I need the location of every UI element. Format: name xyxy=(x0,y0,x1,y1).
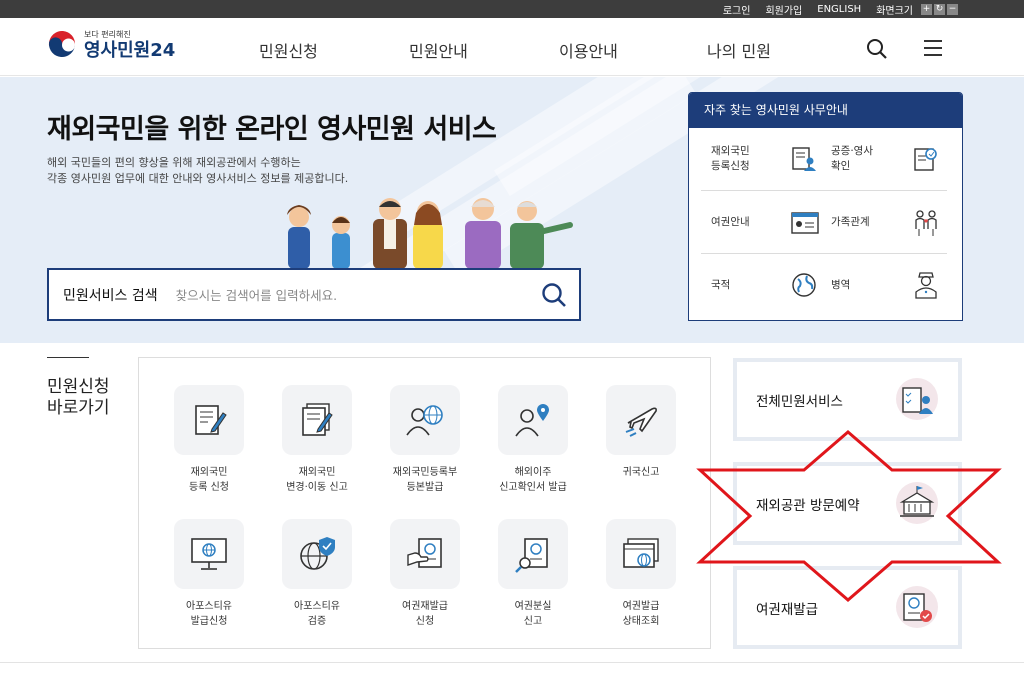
reset-icon[interactable]: ↻ xyxy=(934,3,945,15)
passport-magnifier-icon xyxy=(515,538,548,573)
checklist-person-icon xyxy=(896,378,938,420)
favorites-row: 재외국민 등록신청 공증·영사 확인 xyxy=(701,128,947,191)
all-services-label: 전체민원서비스 xyxy=(756,393,843,410)
browser-globe-icon xyxy=(623,538,659,568)
hero-desc-2: 각종 영사민원 업무에 대한 안내와 영사서비스 정보를 제공합니다. xyxy=(47,172,349,185)
nav-guide[interactable]: 민원안내 xyxy=(409,38,468,62)
nav-apply[interactable]: 민원신청 xyxy=(259,38,318,62)
fav-item-notary[interactable]: 공증·영사 확인 xyxy=(831,144,873,174)
fav-item-military[interactable]: 병역 xyxy=(831,278,850,293)
menu-icon[interactable] xyxy=(924,40,942,61)
hero-desc-1: 해외 국민들의 편의 향상을 위해 재외공관에서 수행하는 xyxy=(47,156,301,169)
favorites-row: 국적 병역 xyxy=(701,254,947,317)
quick-title-divider xyxy=(47,357,89,358)
search-label: 민원서비스 검색 xyxy=(63,287,158,304)
tile-passport-lost[interactable]: 여권분실 신고 xyxy=(479,519,587,629)
tile-overseas-registration[interactable]: 재외국민 등록 신청 xyxy=(155,385,263,495)
person-location-icon xyxy=(515,404,549,437)
tile-apostille-verify[interactable]: 아포스티유 검증 xyxy=(263,519,371,629)
logo-subtitle: 보다 편리해진 xyxy=(84,30,131,39)
documents-edit-icon xyxy=(302,403,333,436)
tile-return-report[interactable]: 귀국신고 xyxy=(587,385,695,480)
globe-icon xyxy=(792,273,816,297)
zoom-in-icon[interactable]: + xyxy=(921,3,932,15)
utility-bar: 로그인 회원가입 ENGLISH 화면크기 + ↻ − xyxy=(0,0,1024,18)
tile-apostille-issue[interactable]: 아포스티유 발급신청 xyxy=(155,519,263,629)
certificate-icon xyxy=(914,148,937,171)
taegeuk-icon xyxy=(47,30,77,60)
logo[interactable]: 보다 편리해진 영사민원24 xyxy=(46,28,175,62)
tile-registry-copy[interactable]: 재외국민등록부 등본발급 xyxy=(371,385,479,495)
service-search-box[interactable]: 민원서비스 검색 찾으시는 검색어를 입력하세요. xyxy=(47,268,581,321)
family-icon xyxy=(915,210,937,236)
fav-item-passport[interactable]: 여권안내 xyxy=(711,215,750,230)
zoom-out-icon[interactable]: − xyxy=(947,3,958,15)
footer-divider xyxy=(0,662,1024,663)
nav-usage[interactable]: 이용안내 xyxy=(559,38,618,62)
highlight-star-annotation xyxy=(696,430,1002,602)
globe-shield-icon xyxy=(300,537,335,570)
airplane-icon xyxy=(625,407,657,437)
favorites-row: 여권안내 가족관계 xyxy=(701,191,947,254)
search-icon[interactable] xyxy=(866,38,888,60)
hero-title: 재외국민을 위한 온라인 영사민원 서비스 xyxy=(47,114,497,145)
join-link[interactable]: 회원가입 xyxy=(765,2,802,17)
fav-item-nationality[interactable]: 국적 xyxy=(711,278,730,293)
person-globe-icon xyxy=(406,405,443,436)
all-services-button[interactable]: 전체민원서비스 xyxy=(733,358,962,441)
search-icon[interactable] xyxy=(541,282,567,308)
fav-item-registration[interactable]: 재외국민 등록신청 xyxy=(711,144,750,174)
font-size-label: 화면크기 xyxy=(876,5,913,17)
search-input[interactable]: 찾으시는 검색어를 입력하세요. xyxy=(176,285,337,304)
document-person-icon xyxy=(792,147,816,171)
fav-item-family[interactable]: 가족관계 xyxy=(831,215,870,230)
hero-section: 재외국민을 위한 온라인 영사민원 서비스 해외 국민들의 편의 향상을 위해 … xyxy=(0,77,1024,343)
tile-passport-reissue[interactable]: 여권재발급 신청 xyxy=(371,519,479,629)
quick-title: 민원신청 바로가기 xyxy=(47,377,110,418)
login-link[interactable]: 로그인 xyxy=(723,2,751,17)
tile-passport-status[interactable]: 여권발급 상태조회 xyxy=(587,519,695,629)
favorite-services-panel: 자주 찾는 영사민원 사무안내 재외국민 등록신청 공증·영사 확인 여권안내 가족… xyxy=(688,92,963,321)
tile-emigration-certificate[interactable]: 해외이주 신고확인서 발급 xyxy=(479,385,587,495)
passport-hand-icon xyxy=(407,538,442,568)
monitor-globe-icon xyxy=(191,538,227,570)
soldier-icon xyxy=(915,272,937,299)
english-link[interactable]: ENGLISH xyxy=(817,4,861,15)
quick-service-grid: 재외국민 등록 신청 재외국민 변경·이동 신고 재외국민등록부 등본발급 해외이주 신… xyxy=(138,357,711,649)
favorites-title: 자주 찾는 영사민원 사무안내 xyxy=(689,93,962,128)
document-edit-icon xyxy=(195,405,227,435)
passport-card-icon xyxy=(791,212,819,234)
family-illustration xyxy=(287,198,573,269)
nav-my[interactable]: 나의 민원 xyxy=(707,38,771,62)
tile-registration-change[interactable]: 재외국민 변경·이동 신고 xyxy=(263,385,371,495)
